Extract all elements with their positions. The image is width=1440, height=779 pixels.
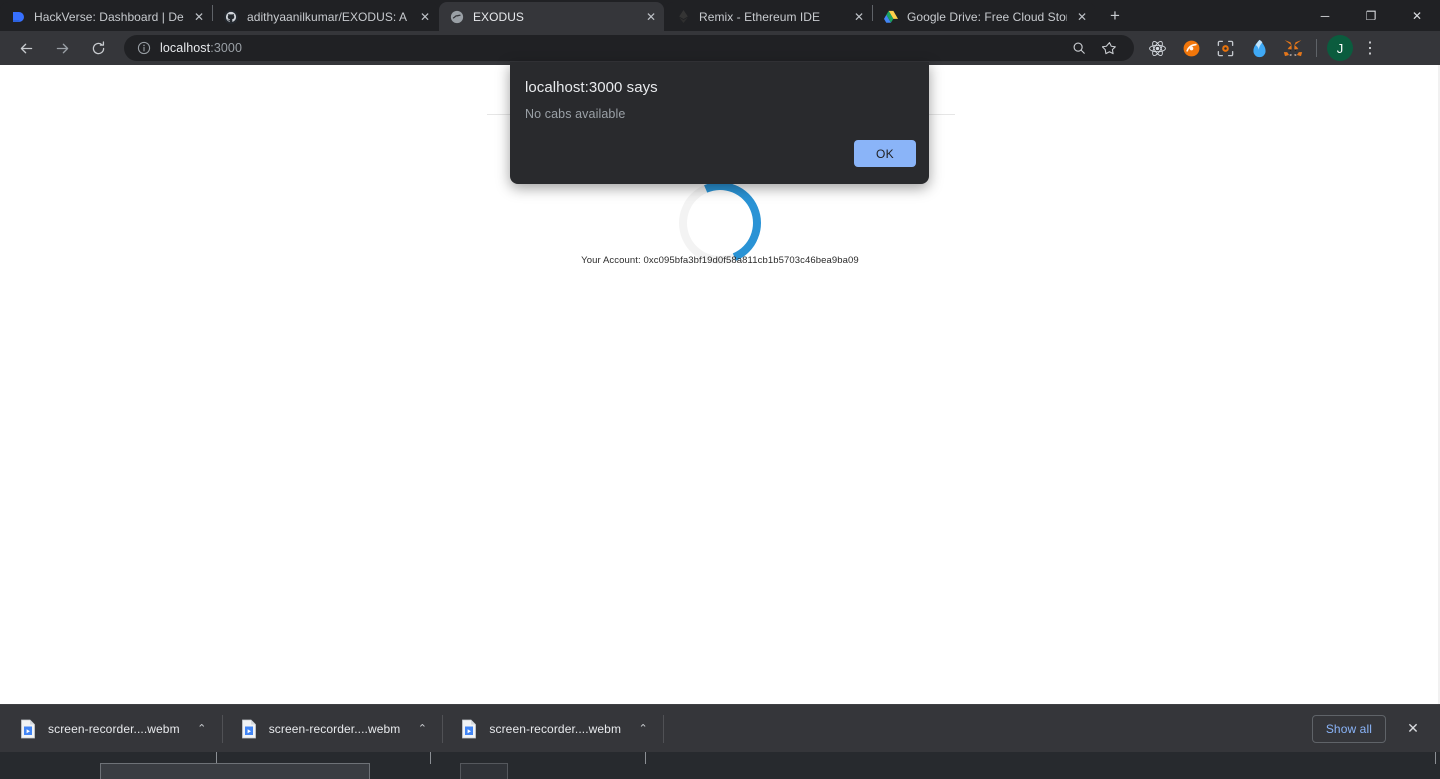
new-tab-button[interactable]: + bbox=[1101, 2, 1129, 30]
search-icon[interactable] bbox=[1066, 35, 1092, 61]
tab-title: Remix - Ethereum IDE bbox=[699, 9, 821, 24]
address-bar-url: localhost:3000 bbox=[160, 41, 242, 55]
download-shelf: screen-recorder....webm ⌃ screen-recorde… bbox=[0, 704, 1440, 752]
show-all-downloads-button[interactable]: Show all bbox=[1311, 714, 1386, 743]
download-item[interactable]: screen-recorder....webm ⌃ bbox=[8, 712, 216, 746]
browser-window: HackVerse: Dashboard | Devfolio ✕ adithy… bbox=[0, 0, 1440, 779]
close-shelf-icon[interactable]: ✕ bbox=[1400, 716, 1426, 742]
browser-tab-github-exodus[interactable]: adithyaanilkumar/EXODUS: A Blo ✕ bbox=[213, 2, 438, 31]
tab-close-icon[interactable]: ✕ bbox=[642, 8, 660, 26]
browser-tab-exodus[interactable]: EXODUS ✕ bbox=[439, 2, 664, 31]
taskbar-divider bbox=[645, 752, 646, 764]
window-minimize-button[interactable]: ─ bbox=[1302, 0, 1348, 31]
video-file-icon bbox=[241, 719, 257, 739]
tab-title: HackVerse: Dashboard | Devfolio bbox=[34, 9, 184, 24]
back-button[interactable] bbox=[12, 34, 40, 62]
metamask-fox-icon[interactable] bbox=[1279, 34, 1307, 62]
window-close-button[interactable]: ✕ bbox=[1394, 0, 1440, 31]
dialog-title: localhost:3000 says bbox=[525, 79, 658, 96]
account-address: 0xc095bfa3bf19d0f58a811cb1b5703c46bea9ba… bbox=[643, 255, 859, 266]
toolbar-separator bbox=[1316, 39, 1317, 57]
phantom-wallet-icon[interactable] bbox=[1245, 34, 1273, 62]
tab-close-icon[interactable]: ✕ bbox=[190, 8, 208, 26]
tab-title: adithyaanilkumar/EXODUS: A Blo bbox=[247, 9, 410, 24]
download-filename: screen-recorder....webm bbox=[48, 721, 180, 736]
taskbar-divider bbox=[430, 752, 431, 764]
loading-spinner bbox=[666, 169, 774, 277]
google-drive-icon bbox=[883, 9, 899, 25]
shelf-separator bbox=[221, 714, 223, 743]
star-icon[interactable] bbox=[1096, 35, 1122, 61]
shelf-separator bbox=[663, 714, 665, 743]
chevron-up-icon[interactable]: ⌃ bbox=[414, 722, 430, 735]
ethereum-icon bbox=[675, 9, 691, 25]
taskbar-divider bbox=[1435, 752, 1436, 764]
video-file-icon bbox=[20, 719, 36, 739]
info-circle-icon[interactable] bbox=[136, 41, 151, 56]
download-item[interactable]: screen-recorder....webm ⌃ bbox=[449, 712, 657, 746]
account-info: Your Account: 0xc095bfa3bf19d0f58a811cb1… bbox=[0, 255, 1440, 266]
shelf-actions: Show all ✕ bbox=[1311, 714, 1432, 743]
taskbar-window-button[interactable] bbox=[460, 763, 508, 779]
browser-menu-button[interactable]: ⋮ bbox=[1357, 34, 1383, 62]
chevron-up-icon[interactable]: ⌃ bbox=[194, 722, 210, 735]
address-bar-actions bbox=[1066, 35, 1122, 61]
download-item[interactable]: screen-recorder....webm ⌃ bbox=[229, 712, 437, 746]
window-maximize-button[interactable]: ❐ bbox=[1348, 0, 1394, 31]
devfolio-icon bbox=[10, 9, 26, 25]
url-port: :3000 bbox=[210, 41, 243, 55]
tab-close-icon[interactable]: ✕ bbox=[1073, 8, 1091, 26]
scanner-extension-icon[interactable] bbox=[1211, 34, 1239, 62]
exodus-globe-icon bbox=[449, 9, 465, 25]
url-host: localhost bbox=[160, 41, 211, 55]
browser-tab-hackverse[interactable]: HackVerse: Dashboard | Devfolio ✕ bbox=[0, 2, 212, 31]
taskbar-window-button[interactable] bbox=[100, 763, 370, 779]
address-bar[interactable]: localhost:3000 bbox=[124, 35, 1134, 61]
dialog-message: No cabs available bbox=[525, 107, 626, 121]
shelf-separator bbox=[442, 714, 444, 743]
download-filename: screen-recorder....webm bbox=[489, 721, 622, 736]
tabs-container: HackVerse: Dashboard | Devfolio ✕ adithy… bbox=[0, 0, 1129, 31]
github-icon bbox=[223, 9, 239, 25]
window-controls: ─ ❐ ✕ bbox=[1302, 0, 1440, 31]
os-taskbar bbox=[0, 752, 1440, 779]
tab-close-icon[interactable]: ✕ bbox=[850, 8, 868, 26]
chevron-up-icon[interactable]: ⌃ bbox=[635, 722, 651, 735]
browser-toolbar: localhost:3000 J ⋮ bbox=[0, 31, 1440, 65]
browser-tab-google-drive[interactable]: Google Drive: Free Cloud Storage ✕ bbox=[873, 2, 1095, 31]
tab-title: EXODUS bbox=[473, 9, 524, 24]
hardhat-extension-icon[interactable] bbox=[1177, 34, 1205, 62]
video-file-icon bbox=[461, 719, 477, 739]
tab-title: Google Drive: Free Cloud Storage bbox=[907, 9, 1067, 24]
browser-tab-remix[interactable]: Remix - Ethereum IDE ✕ bbox=[665, 2, 872, 31]
account-label: Your Account: bbox=[581, 255, 641, 266]
javascript-alert-dialog: localhost:3000 says No cabs available OK bbox=[510, 62, 929, 184]
download-filename: screen-recorder....webm bbox=[268, 721, 401, 736]
forward-button[interactable] bbox=[48, 34, 76, 62]
reload-button[interactable] bbox=[84, 34, 112, 62]
profile-avatar[interactable]: J bbox=[1327, 35, 1353, 61]
tab-close-icon[interactable]: ✕ bbox=[416, 8, 434, 26]
react-devtools-icon[interactable] bbox=[1143, 34, 1171, 62]
tab-strip: HackVerse: Dashboard | Devfolio ✕ adithy… bbox=[0, 0, 1440, 31]
dialog-ok-button[interactable]: OK bbox=[854, 140, 916, 167]
